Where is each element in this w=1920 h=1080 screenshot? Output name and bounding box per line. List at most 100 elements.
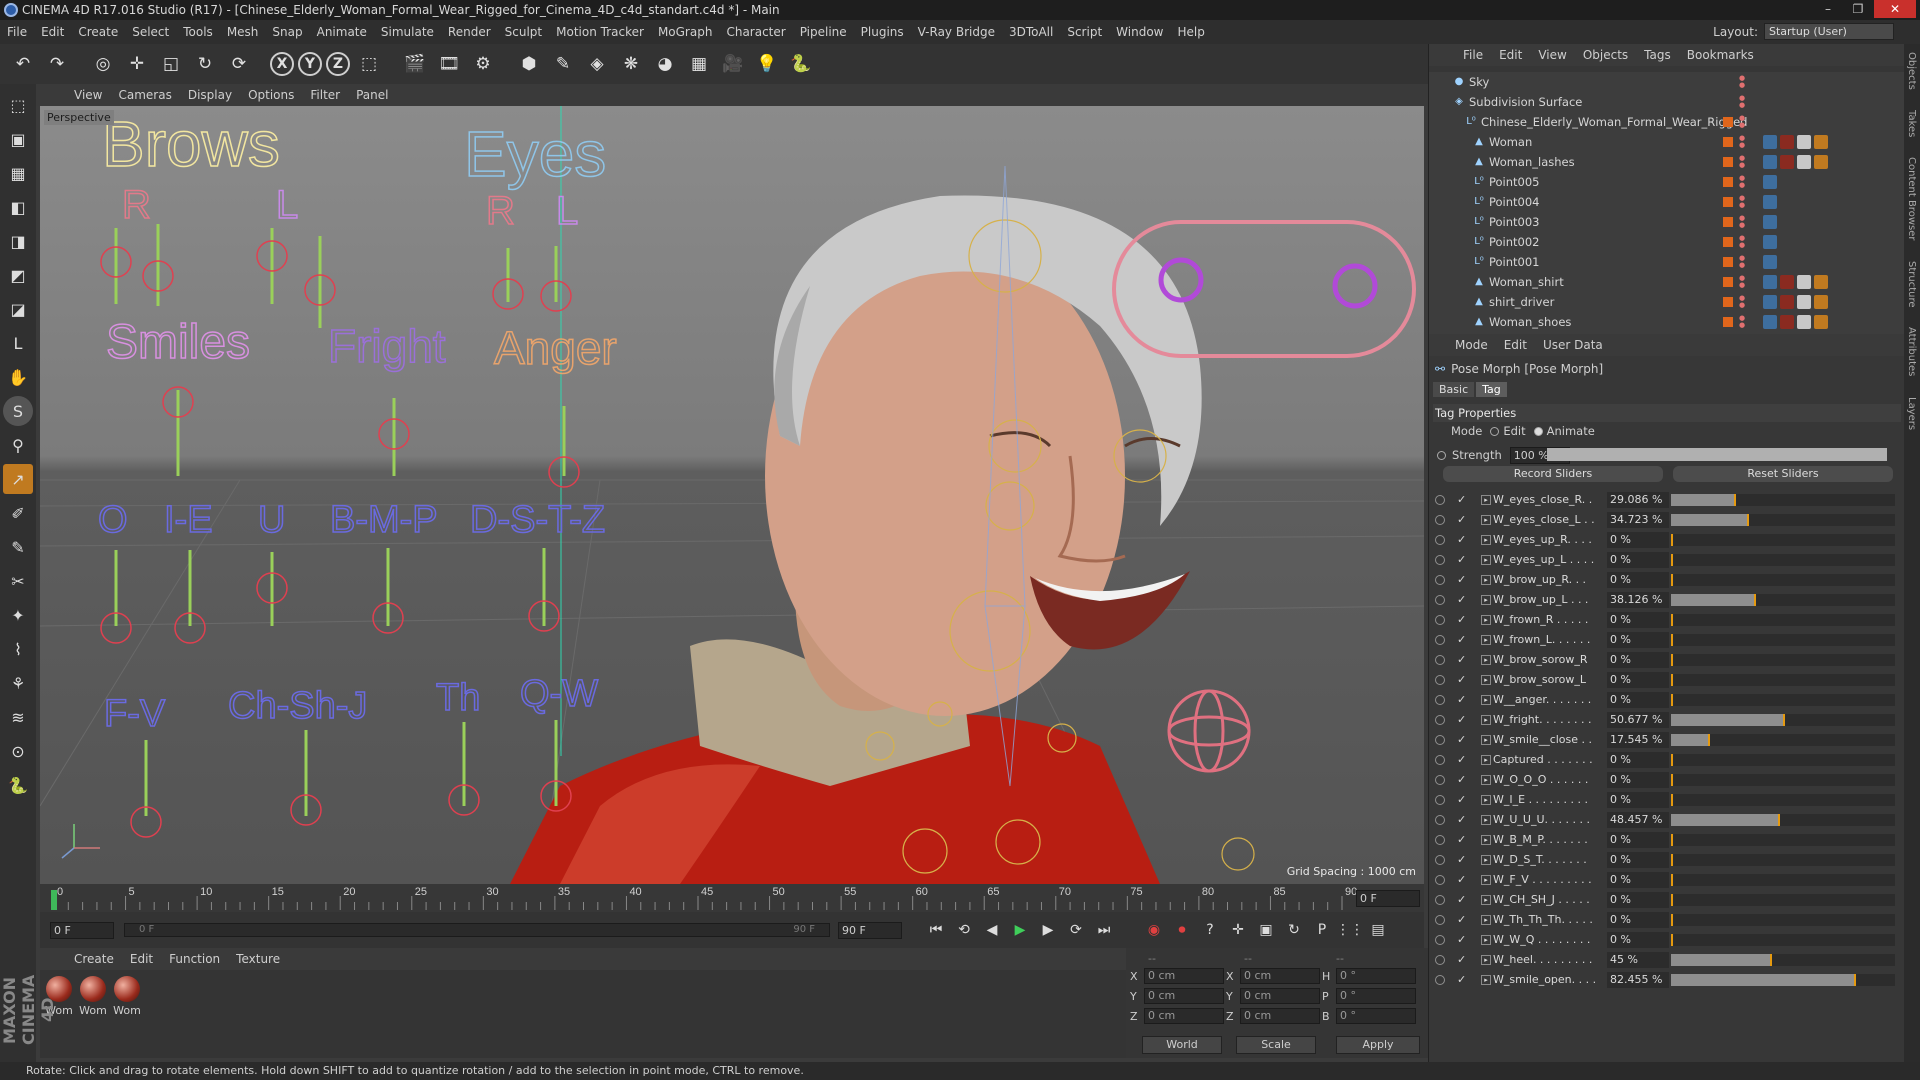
attribute-menu-edit[interactable]: Edit bbox=[1496, 338, 1535, 352]
texture-tag-icon[interactable] bbox=[1814, 315, 1828, 329]
z-axis-icon[interactable]: Z bbox=[326, 52, 350, 76]
object-menu-file[interactable]: File bbox=[1455, 48, 1491, 62]
anim-keyframe-icon[interactable] bbox=[1435, 795, 1445, 805]
anim-keyframe-icon[interactable] bbox=[1435, 735, 1445, 745]
menu-script[interactable]: Script bbox=[1060, 25, 1109, 39]
subdivision-icon[interactable]: ◈ bbox=[582, 49, 612, 79]
character-model[interactable] bbox=[510, 195, 1202, 884]
material-tag-icon[interactable] bbox=[1780, 135, 1794, 149]
redo-icon[interactable]: ↷ bbox=[42, 49, 72, 79]
left-tool-16-icon[interactable]: ⌇ bbox=[3, 634, 33, 664]
visibility-dots-icon[interactable]: ● ● bbox=[1739, 175, 1745, 189]
anim-keyframe-icon[interactable] bbox=[1435, 775, 1445, 785]
deformer-icon[interactable]: ◕ bbox=[650, 49, 680, 79]
record-sliders-button[interactable]: Record Sliders bbox=[1443, 466, 1663, 482]
object-menu-edit[interactable]: Edit bbox=[1491, 48, 1530, 62]
tab-takes[interactable]: Takes bbox=[1906, 110, 1917, 137]
menu-snap[interactable]: Snap bbox=[265, 25, 309, 39]
morph-value-field[interactable]: 29.086 % bbox=[1607, 492, 1669, 508]
morph-slider[interactable] bbox=[1671, 774, 1895, 786]
coord-value-field[interactable]: 0 ° bbox=[1336, 968, 1416, 984]
expand-icon[interactable] bbox=[1459, 256, 1471, 268]
go-to-end-icon[interactable]: ⏭ bbox=[1092, 918, 1116, 942]
object-row[interactable]: L⁰ Point005 ● ● bbox=[1429, 172, 1905, 192]
render-picture-viewer-icon[interactable]: 🎞 bbox=[434, 49, 464, 79]
tab-structure[interactable]: Structure bbox=[1906, 261, 1917, 308]
morph-slider[interactable] bbox=[1671, 814, 1895, 826]
left-tool-15-icon[interactable]: ✦ bbox=[3, 600, 33, 630]
close-button[interactable]: ✕ bbox=[1874, 0, 1916, 18]
menu-window[interactable]: Window bbox=[1109, 25, 1170, 39]
tab-basic[interactable]: Basic bbox=[1433, 382, 1475, 397]
coord-value-field[interactable]: 0 ° bbox=[1336, 1008, 1416, 1024]
viewport-menu-filter[interactable]: Filter bbox=[302, 88, 348, 102]
morph-slider[interactable] bbox=[1671, 954, 1895, 966]
material-menu-create[interactable]: Create bbox=[66, 952, 122, 966]
tab-objects[interactable]: Objects bbox=[1906, 52, 1917, 90]
coord-value-field[interactable]: 0 ° bbox=[1336, 988, 1416, 1004]
visibility-dots-icon[interactable]: ● ● bbox=[1739, 235, 1745, 249]
morph-slider[interactable] bbox=[1671, 594, 1895, 606]
texture-tag-icon[interactable] bbox=[1814, 295, 1828, 309]
undo-icon[interactable]: ↶ bbox=[8, 49, 38, 79]
current-frame-field[interactable]: 0 F bbox=[1356, 890, 1420, 907]
morph-slider[interactable] bbox=[1671, 894, 1895, 906]
left-tool-9-icon[interactable]: S bbox=[3, 396, 33, 426]
morph-value-field[interactable]: 17.545 % bbox=[1607, 732, 1669, 748]
pose-morph-tag-icon[interactable] bbox=[1763, 255, 1777, 269]
left-tool-3-icon[interactable]: ◧ bbox=[3, 192, 33, 222]
pose-morph-tag-icon[interactable] bbox=[1763, 235, 1777, 249]
pose-morph-tag-icon[interactable] bbox=[1763, 275, 1777, 289]
anim-keyframe-icon[interactable] bbox=[1435, 695, 1445, 705]
coord-value-field[interactable]: 0 cm bbox=[1144, 968, 1224, 984]
step-forward-icon[interactable]: ▶ bbox=[1036, 918, 1060, 942]
pose-morph-tag-icon[interactable] bbox=[1763, 175, 1777, 189]
enable-checkbox[interactable]: ✓ bbox=[1457, 930, 1466, 950]
menu-render[interactable]: Render bbox=[441, 25, 498, 39]
menu-mograph[interactable]: MoGraph bbox=[651, 25, 720, 39]
perspective-viewport[interactable]: Brows Eyes R L R L Smiles Fright Anger O… bbox=[40, 106, 1424, 884]
camera-icon[interactable]: 🎥 bbox=[718, 49, 748, 79]
pose-morph-tag-icon[interactable] bbox=[1763, 195, 1777, 209]
head-turn-control[interactable] bbox=[1167, 689, 1251, 773]
rotate-icon[interactable]: ↻ bbox=[190, 49, 220, 79]
material-tag-icon[interactable] bbox=[1797, 295, 1811, 309]
enable-checkbox[interactable]: ✓ bbox=[1457, 490, 1466, 510]
visibility-dots-icon[interactable]: ● ● bbox=[1739, 135, 1745, 149]
coordinate-space-dropdown[interactable]: World bbox=[1142, 1036, 1222, 1054]
y-axis-icon[interactable]: Y bbox=[298, 52, 322, 76]
material-swatch[interactable]: Wom bbox=[78, 976, 108, 1017]
anim-keyframe-icon[interactable] bbox=[1435, 815, 1445, 825]
attribute-menu-user-data[interactable]: User Data bbox=[1535, 338, 1611, 352]
menu-animate[interactable]: Animate bbox=[310, 25, 374, 39]
morph-value-field[interactable]: 0 % bbox=[1607, 612, 1669, 628]
object-row[interactable]: ▲ Woman_shoes ● ● bbox=[1429, 312, 1905, 332]
anim-keyframe-icon[interactable] bbox=[1435, 555, 1445, 565]
object-row[interactable]: ▲ shirt_driver ● ● bbox=[1429, 292, 1905, 312]
left-tool-14-icon[interactable]: ✂ bbox=[3, 566, 33, 596]
pose-morph-tag-icon[interactable] bbox=[1763, 135, 1777, 149]
strength-slider[interactable] bbox=[1547, 448, 1887, 461]
menu-edit[interactable]: Edit bbox=[34, 25, 71, 39]
expand-icon[interactable] bbox=[1459, 136, 1471, 148]
maximize-button[interactable]: ❐ bbox=[1844, 0, 1872, 18]
layout-dropdown[interactable]: Startup (User) bbox=[1764, 23, 1894, 40]
anim-keyframe-icon[interactable] bbox=[1435, 675, 1445, 685]
menu-3dtoall[interactable]: 3DToAll bbox=[1002, 25, 1060, 39]
visibility-dots-icon[interactable]: ● ● bbox=[1739, 215, 1745, 229]
anim-keyframe-icon[interactable] bbox=[1435, 975, 1445, 985]
tab-content-browser[interactable]: Content Browser bbox=[1906, 157, 1917, 240]
param-key-icon[interactable]: P bbox=[1310, 918, 1334, 942]
morph-value-field[interactable]: 82.455 % bbox=[1607, 972, 1669, 988]
morph-value-field[interactable]: 0 % bbox=[1607, 772, 1669, 788]
material-tag-icon[interactable] bbox=[1780, 275, 1794, 289]
morph-slider[interactable] bbox=[1671, 554, 1895, 566]
live-select-icon[interactable]: ◎ bbox=[88, 49, 118, 79]
morph-value-field[interactable]: 38.126 % bbox=[1607, 592, 1669, 608]
menu-simulate[interactable]: Simulate bbox=[374, 25, 441, 39]
anim-keyframe-icon[interactable] bbox=[1435, 895, 1445, 905]
object-row[interactable]: L⁰ Chinese_Elderly_Woman_Formal_Wear_Rigg… bbox=[1429, 112, 1905, 132]
play-icon[interactable]: ▶ bbox=[1008, 918, 1032, 942]
object-menu-bookmarks[interactable]: Bookmarks bbox=[1679, 48, 1762, 62]
enable-checkbox[interactable]: ✓ bbox=[1457, 570, 1466, 590]
